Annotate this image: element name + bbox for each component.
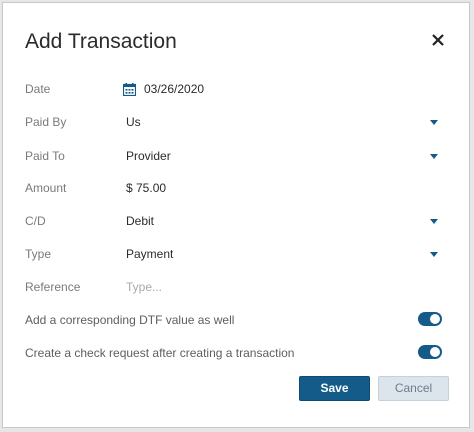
type-row[interactable]: Type Payment [3,244,469,266]
save-button[interactable]: Save [299,376,370,401]
cd-row[interactable]: C/D Debit [3,211,469,233]
close-icon[interactable] [428,30,448,50]
chevron-down-icon[interactable] [430,219,438,224]
cancel-button[interactable]: Cancel [378,376,449,401]
toggle-knob [430,314,440,324]
chevron-down-icon[interactable] [430,252,438,257]
check-request-toggle-row: Create a check request after creating a … [3,343,469,365]
paid-by-row[interactable]: Paid By Us [3,112,469,134]
cd-select[interactable]: Debit [126,214,154,228]
paid-to-select[interactable]: Provider [126,149,171,163]
amount-label: Amount [25,181,67,195]
date-picker[interactable]: 03/26/2020 [122,79,323,101]
paid-by-label: Paid By [25,115,67,129]
type-select[interactable]: Payment [126,247,173,261]
paid-to-label: Paid To [25,149,65,163]
paid-by-select[interactable]: Us [126,115,141,129]
cd-label: C/D [25,214,46,228]
calendar-icon[interactable] [122,83,137,101]
paid-to-row[interactable]: Paid To Provider [3,146,469,168]
add-transaction-dialog: Add Transaction Date 03/26/2020 Paid By … [2,2,470,428]
type-label: Type [25,247,52,261]
check-request-toggle-label: Create a check request after creating a … [25,346,295,360]
toggle-knob [430,347,440,357]
dialog-title: Add Transaction [25,30,177,53]
dtf-toggle-row: Add a corresponding DTF value as well [3,310,469,332]
chevron-down-icon[interactable] [430,120,438,125]
reference-input[interactable]: Type... [126,280,162,294]
date-row: Date 03/26/2020 [3,79,469,101]
chevron-down-icon[interactable] [430,154,438,159]
date-value[interactable]: 03/26/2020 [144,82,204,96]
check-request-toggle[interactable] [418,345,442,359]
date-label: Date [25,82,51,96]
reference-label: Reference [25,280,81,294]
dtf-toggle-label: Add a corresponding DTF value as well [25,313,235,327]
amount-row: Amount $ 75.00 [3,178,469,200]
reference-row: Reference Type... [3,277,469,299]
amount-input[interactable]: $ 75.00 [126,181,166,195]
dtf-toggle[interactable] [418,312,442,326]
